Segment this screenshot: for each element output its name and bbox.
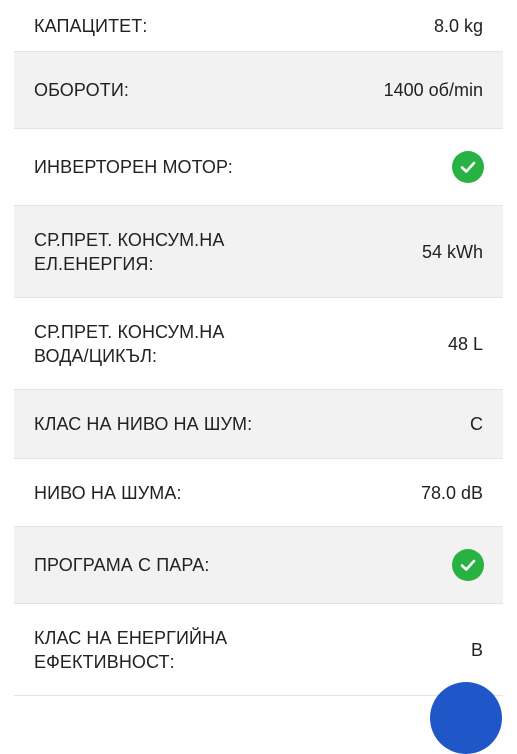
spec-label: НИВО НА ШУМА: <box>34 482 182 503</box>
spec-label: ИНВЕРТОРЕН МОТОР: <box>34 157 233 177</box>
spec-label: СР.ПРЕТ. КОНСУМ.НА ВОДА/ЦИКЪЛ: <box>34 321 225 366</box>
spec-row-capacity: КАПАЦИТЕТ: 8.0 kg <box>14 0 503 52</box>
spec-label: ПРОГРАМА С ПАРА: <box>34 555 210 575</box>
checkmark-icon <box>452 151 484 183</box>
spec-row-energy-consumption: СР.ПРЕТ. КОНСУМ.НА ЕЛ.ЕНЕРГИЯ: 54 kWh <box>14 206 503 298</box>
spec-row-steam-program: ПРОГРАМА С ПАРА: <box>14 527 503 604</box>
spec-label: КЛАС НА ЕНЕРГИЙНА ЕФЕКТИВНОСТ: <box>34 627 228 672</box>
spec-value: 54 kWh <box>421 241 483 262</box>
spec-value: 8.0 kg <box>433 15 483 36</box>
spec-row-water-consumption: СР.ПРЕТ. КОНСУМ.НА ВОДА/ЦИКЪЛ: 48 L <box>14 298 503 390</box>
spec-label: КАПАЦИТЕТ: <box>34 15 148 36</box>
spec-value: 78.0 dB <box>420 482 483 503</box>
checkmark-icon <box>452 549 484 581</box>
spec-label: КЛАС НА НИВО НА ШУМ: <box>34 414 253 434</box>
spec-row-noise-level: НИВО НА ШУМА: 78.0 dB <box>14 459 503 527</box>
spec-value: 48 L <box>447 333 483 354</box>
spec-row-inverter-motor: ИНВЕРТОРЕН МОТОР: <box>14 129 503 206</box>
spec-row-spin-speed: ОБОРОТИ: 1400 об/min <box>14 52 503 129</box>
spec-value: C <box>470 414 483 434</box>
spec-value: B <box>470 639 483 660</box>
floating-action-button[interactable] <box>430 682 502 754</box>
spec-label: ОБОРОТИ: <box>34 80 129 100</box>
spec-row-energy-class: КЛАС НА ЕНЕРГИЙНА ЕФЕКТИВНОСТ: B <box>14 604 503 696</box>
spec-value: 1400 об/min <box>383 80 483 100</box>
spec-row-noise-class: КЛАС НА НИВО НА ШУМ: C <box>14 390 503 459</box>
specifications-list: КАПАЦИТЕТ: 8.0 kg ОБОРОТИ: 1400 об/min И… <box>14 0 503 696</box>
spec-label: СР.ПРЕТ. КОНСУМ.НА ЕЛ.ЕНЕРГИЯ: <box>34 229 225 274</box>
